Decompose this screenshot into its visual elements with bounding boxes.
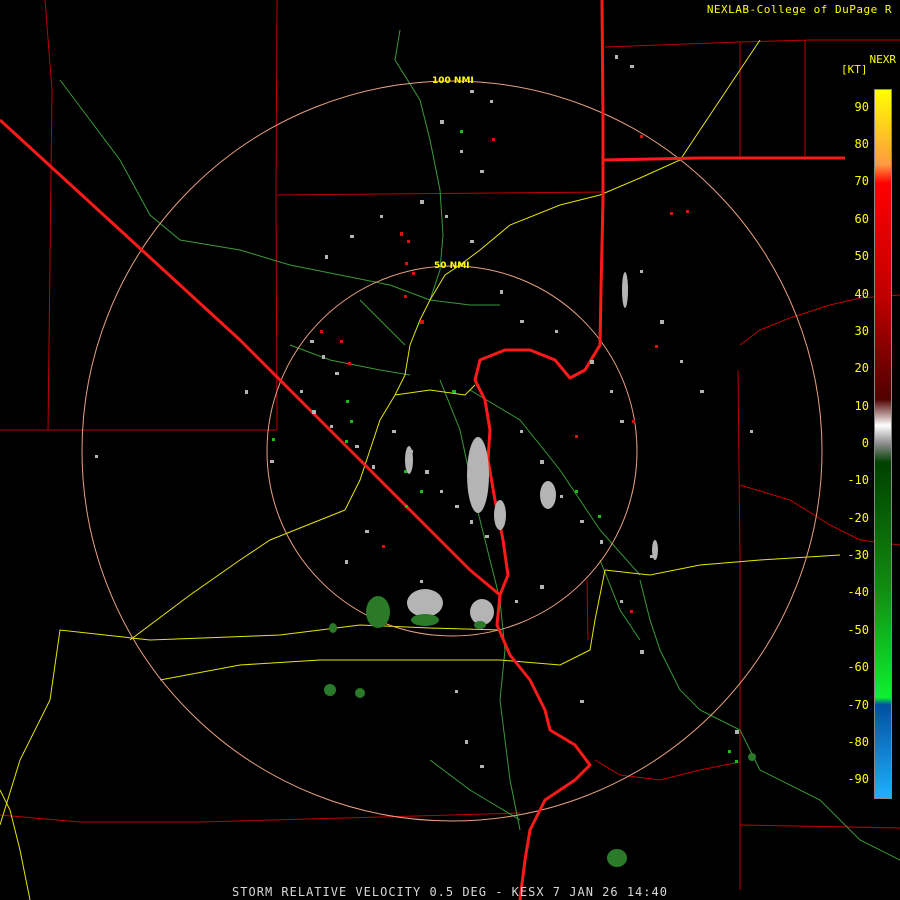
major-roads xyxy=(0,39,841,900)
scale-tick-label: -30 xyxy=(847,548,869,563)
product-code-label: NEXR xyxy=(869,53,897,66)
scale-tick-label: 10 xyxy=(854,398,869,413)
scale-tick-label: -80 xyxy=(847,734,869,749)
scale-tick-label: -10 xyxy=(847,473,869,488)
inbound-dark-blobs xyxy=(324,596,756,867)
county-borders xyxy=(0,0,900,890)
range-ring-50 xyxy=(266,265,638,637)
scale-tick-label: 60 xyxy=(854,211,869,226)
inbound-returns xyxy=(272,130,738,763)
scale-tick-label: -70 xyxy=(847,697,869,712)
scale-tick-label: 90 xyxy=(854,99,869,114)
range-ring-label-50: 50 NMI xyxy=(434,261,470,271)
scale-tick-label: 20 xyxy=(854,361,869,376)
scale-tick-label: 70 xyxy=(854,174,869,189)
radar-map-view: 100 NMI 50 NMI NEXLAB-College of DuPage … xyxy=(0,0,900,900)
scale-tick-label: 40 xyxy=(854,286,869,301)
scale-tick-label: -40 xyxy=(847,585,869,600)
credit-label: NEXLAB-College of DuPage R xyxy=(706,3,892,16)
scale-tick-label: 50 xyxy=(854,249,869,264)
scale-tick-label: 80 xyxy=(854,137,869,152)
scale-tick-label: -20 xyxy=(847,510,869,525)
scale-tick-label: 30 xyxy=(854,323,869,338)
scale-tick-label: -60 xyxy=(847,660,869,675)
scale-tick-label: 0 xyxy=(861,436,869,450)
range-ring-100 xyxy=(81,80,823,822)
range-ring-label-100: 100 NMI xyxy=(432,76,474,86)
range-rings xyxy=(81,80,823,822)
near-zero-returns xyxy=(95,55,753,768)
radar-map: 100 NMI 50 NMI xyxy=(0,0,900,900)
scale-tick-label: -50 xyxy=(847,622,869,637)
legend-units-label: [KT] xyxy=(841,63,868,76)
scale-tick-label: -90 xyxy=(847,772,869,787)
product-caption: STORM RELATIVE VELOCITY 0.5 DEG - KESX 7… xyxy=(232,885,668,899)
velocity-returns xyxy=(95,55,756,867)
state-borders xyxy=(0,0,845,900)
velocity-color-scale xyxy=(874,89,892,799)
